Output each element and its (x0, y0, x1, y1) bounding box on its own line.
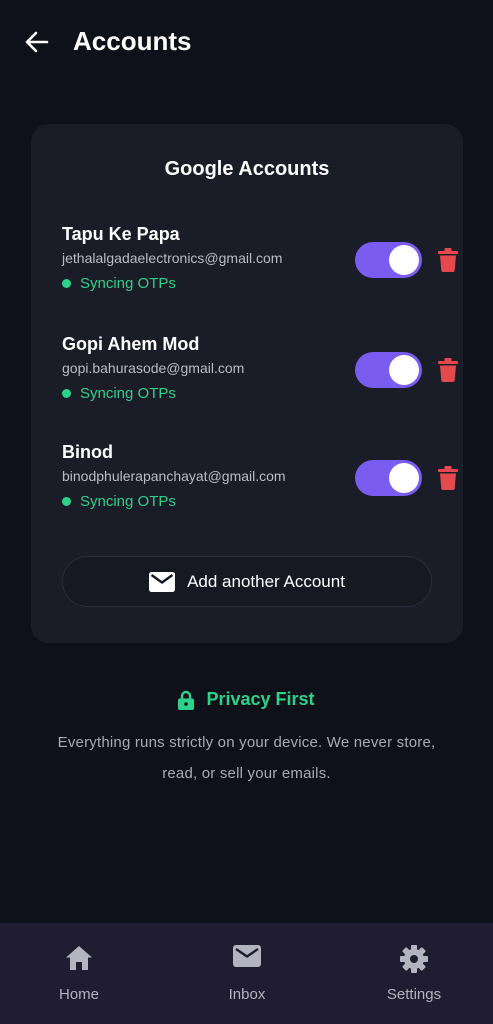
toggle-knob (389, 245, 419, 275)
page-title: Accounts (73, 26, 192, 56)
account-email: jethalalgadaelectronics@gmail.com (62, 250, 283, 266)
sync-status: Syncing OTPs (62, 385, 176, 402)
sync-status-label: Syncing OTPs (80, 493, 176, 510)
lock-icon (178, 690, 195, 710)
sync-toggle[interactable] (355, 242, 422, 278)
account-item: Binod binodphulerapanchayat@gmail.com Sy… (62, 442, 458, 522)
status-dot-icon (62, 497, 71, 506)
app-header: Accounts (0, 0, 493, 84)
add-account-label: Add another Account (187, 571, 345, 591)
privacy-description: Everything runs strictly on your device.… (57, 734, 436, 782)
nav-label: Inbox (228, 986, 266, 1003)
delete-account-button[interactable] (435, 464, 461, 492)
card-title: Google Accounts (164, 158, 330, 180)
account-email: binodphulerapanchayat@gmail.com (62, 468, 286, 484)
toggle-knob (389, 355, 419, 385)
trash-icon (438, 248, 458, 272)
home-icon (19, 945, 139, 975)
privacy-heading: Privacy First (0, 689, 493, 710)
delete-account-button[interactable] (435, 246, 461, 274)
account-email: gopi.bahurasode@gmail.com (62, 360, 245, 376)
gear-icon (354, 945, 474, 975)
nav-label: Home (58, 986, 99, 1003)
account-name: Tapu Ke Papa (62, 224, 180, 244)
bottom-navigation: Home Inbox Settings (0, 923, 493, 1024)
nav-item-settings[interactable]: Settings (354, 923, 474, 1024)
mail-icon (187, 945, 307, 975)
nav-item-inbox[interactable]: Inbox (187, 923, 307, 1024)
sync-toggle[interactable] (355, 460, 422, 496)
accounts-screen: Accounts Google Accounts Tapu Ke Papa je… (0, 0, 493, 1024)
sync-status: Syncing OTPs (62, 275, 176, 292)
privacy-title: Privacy First (206, 689, 315, 709)
account-item: Tapu Ke Papa jethalalgadaelectronics@gma… (62, 224, 458, 304)
account-name: Binod (62, 442, 113, 462)
trash-icon (438, 358, 458, 382)
sync-status: Syncing OTPs (62, 493, 176, 510)
delete-account-button[interactable] (435, 356, 461, 384)
add-account-button[interactable]: Add another Account (62, 556, 432, 607)
account-item: Gopi Ahem Mod gopi.bahurasode@gmail.com … (62, 334, 458, 414)
sync-toggle[interactable] (355, 352, 422, 388)
account-name: Gopi Ahem Mod (62, 334, 200, 354)
sync-status-label: Syncing OTPs (80, 385, 176, 402)
mail-icon (149, 571, 176, 592)
nav-item-home[interactable]: Home (19, 923, 139, 1024)
status-dot-icon (62, 279, 71, 288)
nav-label: Settings (386, 986, 442, 1003)
arrow-left-icon (25, 31, 49, 53)
back-button[interactable] (22, 28, 50, 56)
sync-status-label: Syncing OTPs (80, 275, 176, 292)
toggle-knob (389, 463, 419, 493)
status-dot-icon (62, 389, 71, 398)
google-accounts-card: Google Accounts Tapu Ke Papa jethalalgad… (31, 124, 463, 643)
trash-icon (438, 466, 458, 490)
